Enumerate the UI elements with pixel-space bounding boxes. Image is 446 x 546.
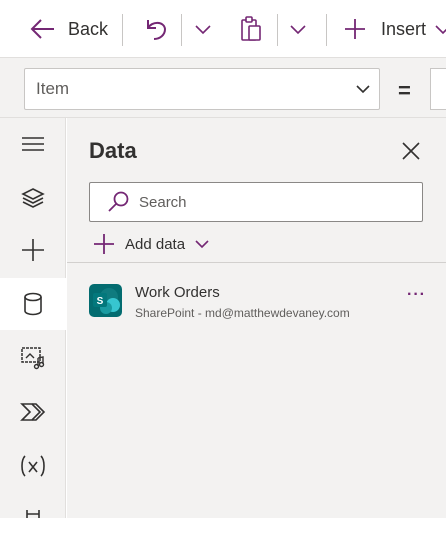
paste-button[interactable] [240,0,262,58]
data-pane: Data Search Add data S Work Orders Share… [67,118,446,518]
chevron-down-icon [435,25,446,35]
sharepoint-icon: S [89,284,122,317]
split-divider [277,14,278,46]
rail-variables-button[interactable] [0,440,66,492]
database-icon [24,292,42,316]
tools-icon [26,510,40,518]
add-data-button[interactable]: Add data [93,230,210,258]
search-input[interactable]: Search [89,182,423,222]
formula-input[interactable] [430,68,446,110]
chevron-down-icon [195,240,209,249]
left-nav-rail [0,118,66,518]
chevron-down-icon [356,85,370,94]
data-source-subtitle: SharePoint - md@matthewdevaney.com [135,306,350,320]
layers-icon [21,188,45,208]
search-placeholder: Search [139,193,187,211]
rail-power-automate-button[interactable] [0,386,66,438]
section-divider [67,262,446,263]
command-bar: Back Insert [0,0,446,58]
data-source-name: Work Orders [135,284,220,301]
back-button[interactable]: Back [30,0,108,58]
rail-menu-button[interactable] [0,118,66,170]
rail-tree-view-button[interactable] [0,172,66,224]
chevron-down-icon [195,25,211,35]
insert-button[interactable]: Insert [344,0,446,58]
close-pane-button[interactable] [400,140,422,162]
undo-dropdown-button[interactable] [194,0,212,58]
insert-label: Insert [381,18,427,39]
data-source-item[interactable]: S Work Orders SharePoint - md@matthewdev… [67,278,446,326]
hamburger-menu-icon [22,137,44,151]
variables-icon [21,455,45,477]
clipboard-icon [241,16,261,41]
pane-title: Data [89,138,137,163]
arrow-left-icon [30,19,54,39]
rail-media-button[interactable] [0,332,66,384]
close-icon [402,142,420,160]
add-data-label: Add data [125,235,186,253]
formula-bar: Item = [0,58,446,118]
toolbar-divider [326,14,327,46]
chevron-down-icon [290,25,306,35]
sharepoint-letter: S [97,296,104,307]
rail-tools-button[interactable] [0,494,66,546]
media-icon [21,347,45,370]
plus-icon [94,234,114,254]
plus-icon [345,19,365,39]
undo-icon [147,20,167,40]
paste-dropdown-button[interactable] [289,0,307,58]
property-dropdown[interactable]: Item [24,68,380,110]
rail-insert-button[interactable] [0,224,66,276]
power-automate-icon [20,403,46,421]
toolbar-divider [122,14,123,46]
equals-sign: = [398,78,411,103]
search-icon [108,191,129,212]
rail-data-button[interactable] [0,278,66,330]
split-divider [181,14,182,46]
back-label: Back [68,18,109,39]
more-options-button[interactable]: ··· [407,286,426,304]
property-value: Item [36,79,70,98]
plus-icon [22,239,44,261]
undo-button[interactable] [144,0,168,58]
